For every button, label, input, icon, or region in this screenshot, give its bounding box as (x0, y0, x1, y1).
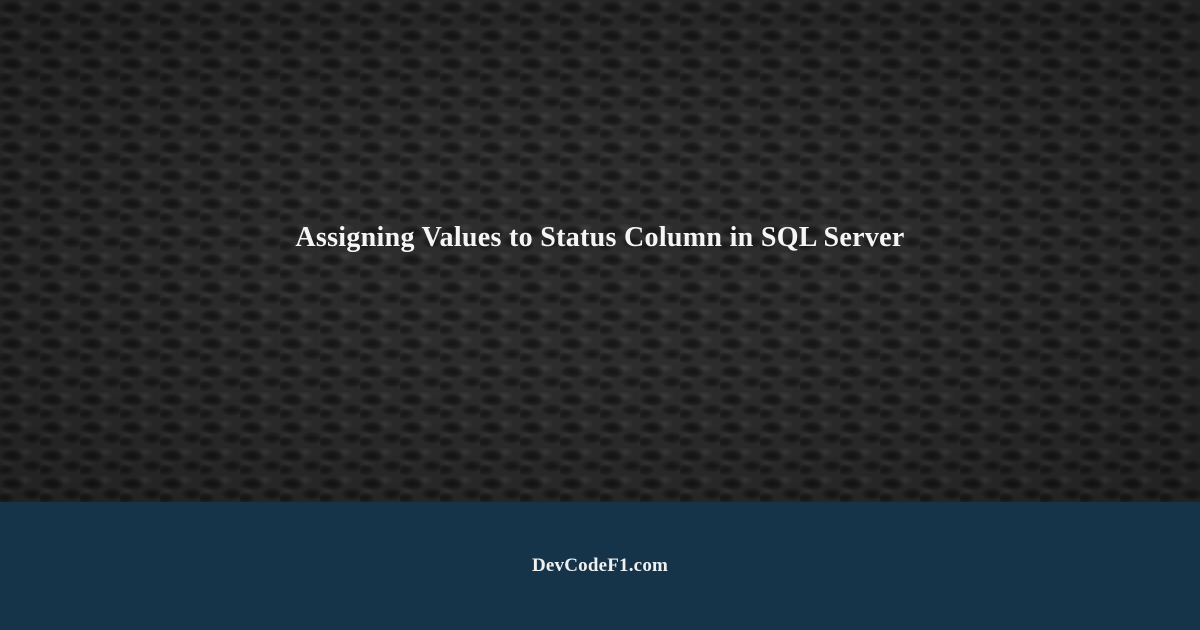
site-name: DevCodeF1.com (532, 555, 668, 577)
main-banner-area: Assigning Values to Status Column in SQL… (0, 0, 1200, 502)
footer-bar: DevCodeF1.com (0, 502, 1200, 630)
article-title: Assigning Values to Status Column in SQL… (295, 222, 904, 254)
